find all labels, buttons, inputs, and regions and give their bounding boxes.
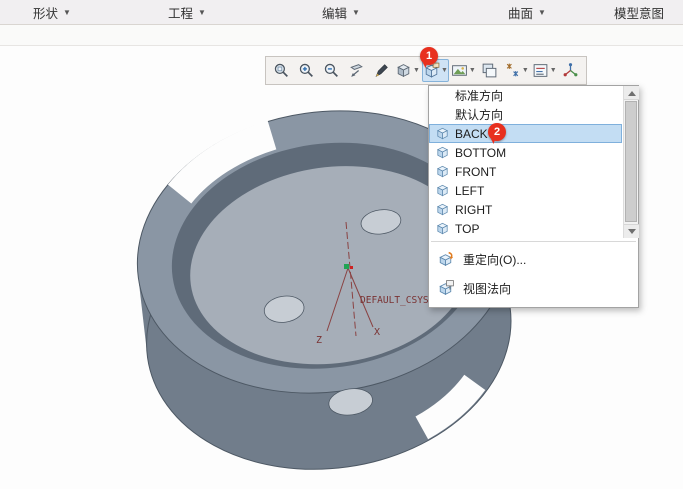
triangle-up-icon (627, 87, 636, 96)
callout-number: 1 (425, 50, 433, 62)
ribbon-tab-label: 形状 (33, 7, 59, 21)
chevron-down-icon: ▼ (198, 8, 206, 17)
chevron-down-icon: ▼ (63, 8, 71, 17)
zoom-out-icon (324, 63, 338, 77)
zoom-region-icon (274, 63, 288, 77)
chevron-down-icon: ▼ (549, 67, 557, 74)
menu-item-label: 重定向(O)... (463, 253, 527, 267)
menu-item-label: BOTTOM (455, 145, 507, 160)
chevron-down-icon: ▼ (521, 67, 529, 74)
ribbon-tab-shape[interactable]: 形状 ▼ (33, 0, 71, 25)
menu-item-left[interactable]: LEFT (429, 181, 622, 200)
ribbon-tab-label: 工程 (168, 7, 194, 21)
ribbon-tab-label: 编辑 (322, 7, 348, 21)
image-capture-icon (451, 65, 467, 76)
cube-icon (435, 221, 450, 236)
chevron-down-icon: ▼ (538, 8, 546, 17)
menu-item-label: RIGHT (455, 202, 493, 217)
orientation-menu: 标准方向 默认方向 BACK BOTTOM FRONT LEFT RIGHT T… (428, 85, 639, 308)
display-style-icon (397, 64, 410, 78)
menu-item-right[interactable]: RIGHT (429, 200, 622, 219)
ribbon-tab-model-intent[interactable]: 模型意图 (614, 0, 664, 25)
menu-item-view-normal[interactable]: 视图法向 (429, 274, 638, 303)
zoom-out-button[interactable] (319, 59, 343, 82)
refit-icon (349, 64, 363, 77)
ribbon-tab-label: 曲面 (508, 7, 534, 21)
axis-label-z: Z (316, 335, 322, 346)
menu-item-label: 视图法向 (463, 282, 512, 296)
annotation-display-button[interactable]: ▼ (531, 59, 558, 82)
menu-item-back[interactable]: BACK (429, 124, 622, 143)
ribbon-bar: 形状 ▼ 工程 ▼ 编辑 ▼ 曲面 ▼ 模型意图 (0, 0, 683, 25)
repaint-button[interactable] (369, 59, 393, 82)
annotation-display-icon (533, 64, 548, 77)
scroll-up-button[interactable] (624, 86, 639, 100)
callout-step-2: 2 (488, 123, 506, 141)
datum-display-icon (506, 63, 519, 77)
chevron-down-icon: ▼ (468, 67, 476, 74)
ribbon-tab-edit[interactable]: 编辑 ▼ (322, 0, 360, 25)
cube-icon (435, 164, 450, 179)
menu-scrollbar[interactable] (623, 86, 639, 238)
menu-item-label: LEFT (455, 183, 485, 198)
ribbon-tab-surface[interactable]: 曲面 ▼ (508, 0, 546, 25)
menu-item-label: TOP (455, 221, 480, 236)
view-manager-button[interactable] (478, 59, 502, 82)
csys-label: DEFAULT_CSYS (360, 295, 429, 306)
menu-item-label: 标准方向 (455, 89, 504, 103)
triangle-down-icon (627, 228, 636, 238)
csys-marker (344, 264, 349, 269)
datum-display-button[interactable]: ▼ (503, 59, 530, 82)
orientation-menu-list: 标准方向 默认方向 BACK BOTTOM FRONT LEFT RIGHT T… (429, 86, 639, 238)
cube-icon (435, 202, 450, 217)
menu-item-label: FRONT (455, 164, 497, 179)
menu-item-front[interactable]: FRONT (429, 162, 622, 181)
zoom-in-button[interactable] (294, 59, 318, 82)
cube-icon (435, 183, 450, 198)
menu-item-standard-orientation[interactable]: 标准方向 (429, 86, 622, 105)
menu-item-bottom[interactable]: BOTTOM (429, 143, 622, 162)
cad-application-window: 形状 ▼ 工程 ▼ 编辑 ▼ 曲面 ▼ 模型意图 DEFAULT_CSYS Z … (0, 0, 683, 489)
cube-icon (435, 145, 450, 160)
callout-step-1: 1 (420, 47, 438, 65)
image-capture-button[interactable]: ▼ (450, 59, 477, 82)
spin-center-icon (563, 63, 578, 77)
view-manager-icon (482, 63, 497, 78)
chevron-down-icon: ▼ (413, 67, 420, 74)
view-normal-icon (436, 279, 455, 298)
menu-item-default-orientation[interactable]: 默认方向 (429, 105, 622, 124)
zoom-in-icon (299, 63, 313, 77)
spin-center-button[interactable] (559, 59, 583, 82)
axis-label-x: X (374, 327, 380, 338)
menu-separator (431, 241, 636, 242)
menu-item-label: 默认方向 (455, 108, 504, 122)
repaint-icon (375, 64, 388, 78)
cube-icon (435, 126, 450, 141)
scroll-down-button[interactable] (624, 224, 639, 238)
chevron-down-icon: ▼ (440, 67, 448, 74)
menu-item-reorient[interactable]: 重定向(O)... (429, 245, 638, 274)
ribbon-tab-engineering[interactable]: 工程 ▼ (168, 0, 206, 25)
csys-origin-dot (350, 266, 353, 269)
menu-item-top[interactable]: TOP (429, 219, 622, 238)
refit-button[interactable] (344, 59, 368, 82)
reorient-icon (436, 250, 455, 269)
ribbon-tab-label: 模型意图 (614, 7, 665, 21)
callout-number: 2 (493, 126, 501, 138)
zoom-region-button[interactable] (269, 59, 293, 82)
display-style-button[interactable]: ▼ (394, 59, 421, 82)
menu-item-label: BACK (455, 126, 488, 141)
ribbon-lower-strip (0, 25, 683, 46)
chevron-down-icon: ▼ (352, 8, 360, 17)
scrollbar-thumb[interactable] (625, 101, 637, 222)
